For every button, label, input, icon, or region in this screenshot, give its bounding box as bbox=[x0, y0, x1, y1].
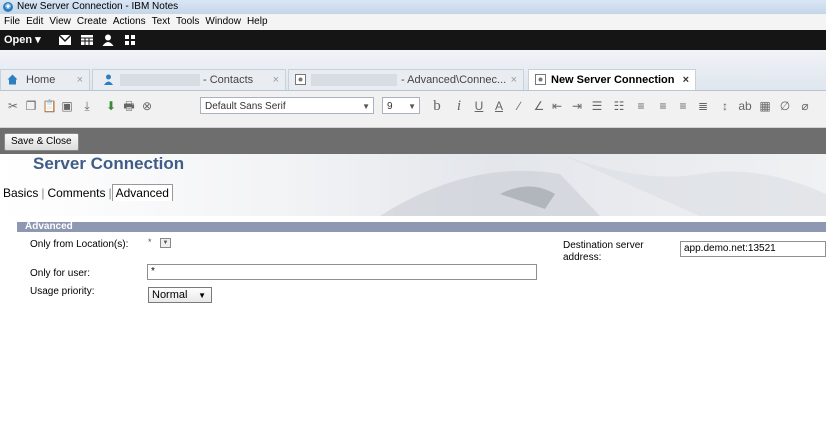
tab-advanced-connections[interactable]: - Advanced\Connec... × bbox=[288, 69, 524, 90]
tab-strip: Home × - Contacts × - Advanced\Connec...… bbox=[0, 50, 826, 91]
applications-icon[interactable] bbox=[123, 34, 137, 46]
font-size-value: 9 bbox=[387, 101, 393, 112]
destination-label-line2: address: bbox=[563, 252, 602, 263]
tab-new-server-connection[interactable]: New Server Connection × bbox=[528, 69, 696, 90]
spell-check-icon[interactable]: ab bbox=[738, 99, 752, 113]
italic-icon[interactable]: i bbox=[452, 99, 466, 114]
outdent-icon[interactable]: ⇤ bbox=[550, 99, 564, 113]
redacted-database-name bbox=[311, 74, 397, 86]
section-title: Advanced bbox=[25, 221, 73, 232]
menu-view[interactable]: View bbox=[49, 16, 71, 27]
menu-help[interactable]: Help bbox=[247, 16, 268, 27]
form-title: Server Connection bbox=[33, 154, 185, 173]
menu-actions[interactable]: Actions bbox=[113, 16, 146, 27]
open-button[interactable]: Open ▾ bbox=[4, 30, 41, 50]
font-size-select[interactable]: 9 ▼ bbox=[382, 97, 420, 114]
menu-tools[interactable]: Tools bbox=[176, 16, 199, 27]
usage-priority-value: Normal bbox=[152, 289, 188, 301]
calendar-icon[interactable] bbox=[80, 34, 94, 46]
ibm-notes-app-icon: ◉ bbox=[3, 2, 13, 12]
location-picker-icon[interactable]: ▼ bbox=[160, 237, 172, 248]
section-header: Advanced bbox=[17, 222, 826, 232]
contacts-icon[interactable] bbox=[101, 34, 115, 46]
tab-contacts[interactable]: - Contacts × bbox=[92, 69, 286, 90]
tab-advanced-label: - Advanced\Connec... bbox=[401, 74, 507, 86]
only-from-location-label: Only from Location(s): bbox=[30, 239, 129, 250]
align-right-icon[interactable]: ≡ bbox=[676, 99, 690, 113]
line-spacing-icon[interactable]: ↕ bbox=[718, 99, 732, 113]
menu-file[interactable]: File bbox=[4, 16, 20, 27]
tab-advanced[interactable]: Advanced bbox=[111, 184, 173, 201]
eraser-icon[interactable]: ∠ bbox=[532, 99, 546, 113]
open-toolbar: Open ▾ bbox=[0, 30, 826, 50]
menu-window[interactable]: Window bbox=[205, 16, 241, 27]
mail-icon[interactable] bbox=[58, 34, 72, 46]
form-header: Server Connection Basics | Comments | Advanc… bbox=[0, 154, 826, 216]
align-left-icon[interactable]: ≡ bbox=[634, 99, 648, 113]
paste-special-icon[interactable]: ▣ bbox=[60, 99, 74, 113]
print-icon[interactable]: 🖶 bbox=[122, 99, 136, 113]
usage-priority-label: Usage priority: bbox=[30, 286, 95, 297]
attach-icon[interactable]: ⤓ bbox=[80, 99, 94, 113]
more-icon[interactable]: ⌀ bbox=[798, 99, 812, 113]
window-title: New Server Connection - IBM Notes bbox=[17, 1, 179, 12]
menu-edit[interactable]: Edit bbox=[26, 16, 43, 27]
chevron-down-icon: ▼ bbox=[198, 291, 206, 300]
chevron-down-icon: ▼ bbox=[408, 102, 416, 111]
tab-home-close-icon[interactable]: × bbox=[77, 70, 83, 90]
tab-contacts-close-icon[interactable]: × bbox=[273, 70, 279, 90]
home-icon bbox=[7, 74, 18, 85]
menu-text[interactable]: Text bbox=[152, 16, 170, 27]
tab-basics[interactable]: Basics bbox=[0, 186, 41, 200]
action-bar: Save & Close bbox=[0, 128, 826, 154]
only-for-user-input[interactable]: * bbox=[147, 264, 537, 280]
justify-icon[interactable]: ≣ bbox=[696, 99, 710, 113]
highlight-icon[interactable]: ∕ bbox=[512, 99, 526, 113]
numbered-list-icon[interactable]: ☷ bbox=[612, 99, 626, 113]
only-for-user-label: Only for user: bbox=[30, 268, 91, 279]
cut-icon[interactable]: ✂ bbox=[4, 99, 22, 113]
bullet-list-icon[interactable]: ☰ bbox=[590, 99, 604, 113]
tab-new-server-connection-label: New Server Connection bbox=[551, 74, 675, 86]
tab-home[interactable]: Home × bbox=[0, 69, 90, 90]
destination-server-input[interactable]: app.demo.net:13521 bbox=[680, 241, 826, 257]
paste-icon[interactable]: 📋 bbox=[42, 99, 57, 113]
underline-icon[interactable]: U bbox=[472, 99, 486, 113]
destination-server-label: Destination server address: bbox=[563, 240, 644, 264]
save-close-button[interactable]: Save & Close bbox=[4, 133, 79, 151]
formatting-toolbar: ✂ ❐ 📋 ▣ ⤓ ⬇ 🖶 ⊗ Default Sans Serif ▼ 9 ▼… bbox=[0, 91, 826, 128]
document-icon bbox=[535, 74, 546, 85]
copy-icon[interactable]: ❐ bbox=[24, 99, 38, 113]
destination-label-line1: Destination server bbox=[563, 240, 644, 251]
usage-priority-select[interactable]: Normal ▼ bbox=[148, 287, 212, 303]
title-bar: ◉ New Server Connection - IBM Notes bbox=[0, 0, 826, 14]
indent-icon[interactable]: ⇥ bbox=[570, 99, 584, 113]
tab-home-label: Home bbox=[26, 74, 56, 86]
only-from-location-value: * bbox=[148, 237, 152, 247]
redacted-name bbox=[120, 74, 200, 86]
form-tabs: Basics | Comments | Advanced bbox=[0, 184, 173, 201]
bold-icon[interactable]: b bbox=[430, 99, 444, 114]
tab-new-server-connection-close-icon[interactable]: × bbox=[683, 70, 689, 90]
menu-bar: File Edit View Create Actions Text Tools Window… bbox=[0, 14, 826, 30]
link-icon[interactable]: ∅ bbox=[778, 99, 792, 113]
font-family-value: Default Sans Serif bbox=[205, 101, 286, 112]
text-color-icon[interactable]: A bbox=[492, 99, 506, 113]
tab-comments[interactable]: Comments bbox=[44, 186, 108, 200]
align-center-icon[interactable]: ≡ bbox=[656, 99, 670, 113]
person-icon bbox=[104, 74, 113, 85]
save-icon[interactable]: ⬇ bbox=[104, 99, 118, 113]
tab-contacts-label: - Contacts bbox=[203, 74, 254, 86]
font-family-select[interactable]: Default Sans Serif ▼ bbox=[200, 97, 374, 114]
menu-create[interactable]: Create bbox=[77, 16, 107, 27]
tab-advanced-close-icon[interactable]: × bbox=[511, 70, 517, 90]
cancel-icon[interactable]: ⊗ bbox=[140, 99, 154, 113]
only-from-location-field[interactable]: * ▼ bbox=[148, 237, 188, 251]
table-icon[interactable]: ▦ bbox=[758, 99, 772, 113]
chevron-down-icon: ▼ bbox=[362, 102, 370, 111]
database-icon bbox=[295, 74, 306, 85]
